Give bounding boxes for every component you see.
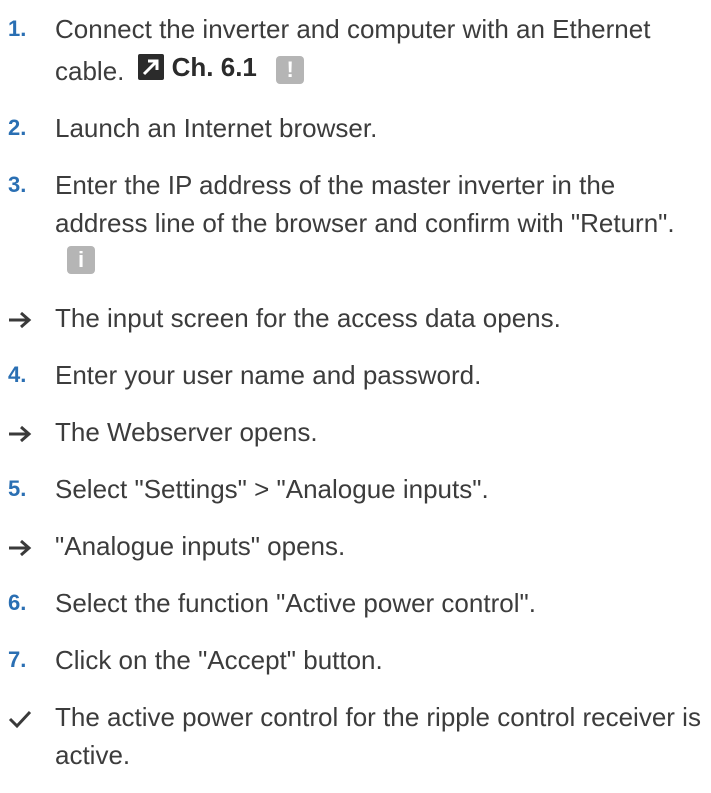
step-6: 6. Select the function "Active power con… [8, 584, 711, 622]
chapter-reference-link[interactable]: Ch. 6.1 [137, 48, 257, 86]
external-link-icon [137, 54, 164, 80]
warning-icon: ! [276, 56, 305, 85]
result-3: "Analogue inputs" opens. [8, 527, 711, 565]
info-icon: i [67, 246, 95, 275]
step-4: 4. Enter your user name and password. [8, 356, 711, 394]
result-arrow-icon [8, 527, 55, 565]
step-text: Click on the "Accept" button. [55, 645, 383, 675]
step-number: 3. [8, 172, 27, 197]
result-arrow-icon [8, 299, 55, 337]
step-text: Select "Settings" > "Analogue inputs". [55, 474, 489, 504]
final-result: The active power control for the ripple … [8, 698, 711, 774]
step-number: 7. [8, 647, 27, 672]
chapter-reference-label: Ch. 6.1 [171, 52, 257, 82]
step-1: 1. Connect the inverter and computer wit… [8, 10, 711, 90]
step-text: Launch an Internet browser. [55, 113, 378, 143]
step-2: 2. Launch an Internet browser. [8, 109, 711, 147]
step-text: Connect the inverter and computer with a… [55, 10, 707, 90]
step-text-content: Enter the IP address of the master inver… [55, 170, 675, 238]
result-2: The Webserver opens. [8, 413, 711, 451]
step-text: Select the function "Active power contro… [55, 588, 536, 618]
result-text: "Analogue inputs" opens. [55, 531, 346, 561]
result-1: The input screen for the access data ope… [8, 299, 711, 337]
instruction-list: 1. Connect the inverter and computer wit… [0, 0, 711, 793]
result-text: The active power control for the ripple … [55, 702, 701, 770]
step-7: 7. Click on the "Accept" button. [8, 641, 711, 679]
result-arrow-icon [8, 413, 55, 451]
step-text: Enter the IP address of the master inver… [55, 166, 707, 280]
step-number: 4. [8, 362, 27, 387]
step-5: 5. Select "Settings" > "Analogue inputs"… [8, 470, 711, 508]
result-text: The input screen for the access data ope… [55, 303, 561, 333]
checkmark-icon [8, 698, 55, 736]
result-text: The Webserver opens. [55, 417, 318, 447]
step-3: 3. Enter the IP address of the master in… [8, 166, 711, 280]
step-number: 2. [8, 115, 27, 140]
step-number: 6. [8, 590, 27, 615]
step-number: 1. [8, 16, 27, 41]
step-number: 5. [8, 476, 27, 501]
step-text: Enter your user name and password. [55, 360, 482, 390]
